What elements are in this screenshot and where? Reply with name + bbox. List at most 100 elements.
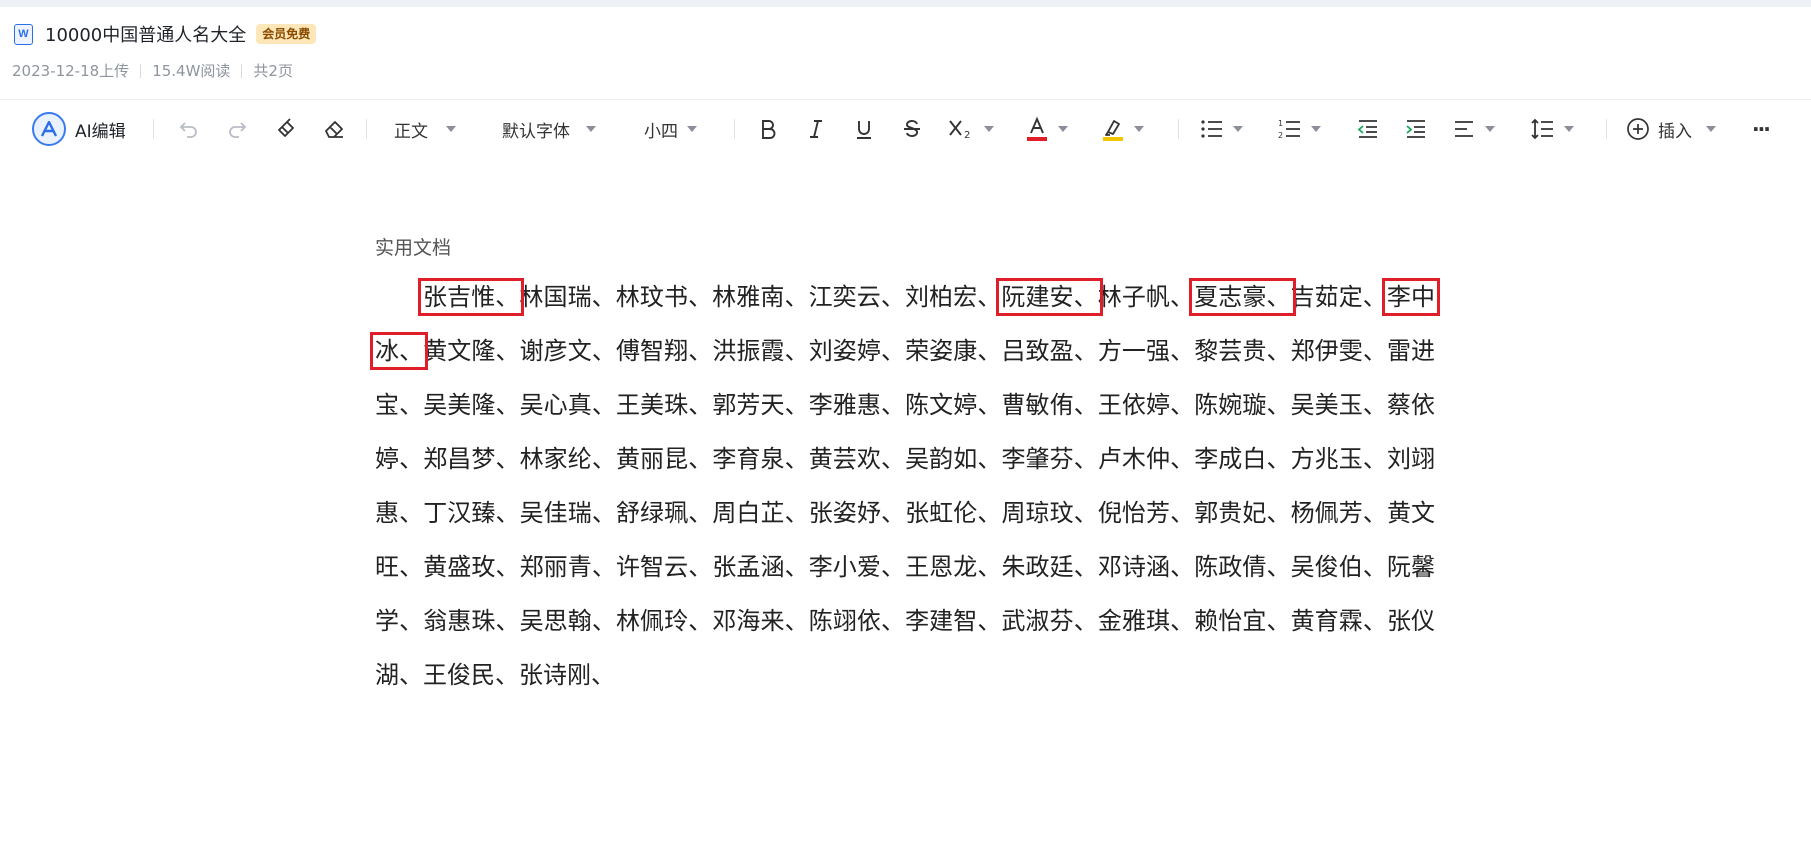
underline-icon[interactable]	[853, 107, 875, 151]
toolbar-separator	[153, 119, 154, 139]
name-entry: 金雅琪、	[1097, 607, 1195, 635]
bold-icon[interactable]	[757, 107, 779, 151]
insert-label: 插入	[1658, 121, 1692, 142]
name-entry: 郭贵妃、	[1194, 499, 1291, 527]
name-entry: 舒绿珮、	[615, 499, 713, 527]
name-entry: 谢彦文、	[519, 337, 616, 365]
name-entry: 刘姿婷、	[808, 337, 906, 365]
increase-indent-icon[interactable]	[1404, 107, 1428, 151]
header-divider	[0, 99, 1811, 100]
paragraph-style-value: 正文	[394, 121, 428, 142]
svg-text:2: 2	[964, 130, 970, 141]
name-entry: 吴美玉、	[1290, 391, 1387, 419]
name-entry: 邓诗涵、	[1097, 553, 1195, 581]
font-size-value: 小四	[644, 121, 678, 142]
align-button[interactable]	[1452, 107, 1495, 151]
font-family-value: 默认字体	[502, 121, 570, 142]
chevron-down-icon	[1134, 126, 1144, 132]
undo-icon[interactable]	[178, 107, 200, 151]
line-spacing-button[interactable]	[1531, 107, 1574, 151]
name-entry: 张诗刚、	[519, 661, 615, 689]
name-entry: 林子帆、	[1097, 283, 1195, 311]
name-entry: 张姿妤、	[808, 499, 906, 527]
chevron-down-icon	[1233, 126, 1243, 132]
word-file-icon: W	[14, 23, 33, 45]
member-free-badge: 会员免费	[256, 24, 317, 44]
name-entry: 武淑芬、	[1001, 607, 1098, 635]
name-entry: 郑昌梦、	[423, 445, 520, 473]
name-entry: 倪怡芳、	[1097, 499, 1195, 527]
name-entry: 郑丽青、	[519, 553, 616, 581]
decrease-indent-icon[interactable]	[1356, 107, 1380, 151]
name-entry: 曹敏侑、	[1001, 391, 1098, 419]
name-entry: 林玟书、	[615, 283, 713, 311]
chevron-down-icon	[1485, 126, 1495, 132]
redo-icon[interactable]	[226, 107, 248, 151]
highlight-color-swatch	[1103, 137, 1123, 141]
chevron-down-icon	[1058, 126, 1068, 132]
upload-date: 2023-12-18上传	[12, 62, 130, 80]
name-entry: 李肇芬、	[1001, 445, 1098, 473]
name-entry: 林佩玲、	[615, 607, 713, 635]
bullet-list-button[interactable]	[1200, 107, 1243, 151]
name-entry: 刘柏宏、	[904, 283, 1002, 311]
name-entry: 陈政倩、	[1194, 553, 1291, 581]
font-color-button[interactable]	[1025, 107, 1068, 151]
font-size-select[interactable]: 小四	[644, 107, 697, 151]
svg-text:2: 2	[1278, 131, 1283, 140]
format-painter-icon[interactable]	[274, 107, 298, 151]
chevron-down-icon	[984, 126, 994, 132]
highlight-color-button[interactable]	[1101, 107, 1144, 151]
italic-icon[interactable]	[805, 107, 827, 151]
name-entry: 朱政廷、	[1001, 553, 1098, 581]
highlighted-name: 夏志豪、	[1189, 278, 1296, 316]
read-count: 15.4W阅读	[152, 62, 231, 80]
chevron-down-icon	[446, 126, 456, 132]
name-entry: 黎芸贵、	[1194, 337, 1291, 365]
name-entry: 李建智、	[905, 607, 1002, 635]
name-entry: 王依婷、	[1097, 391, 1195, 419]
name-entry: 周琼玟、	[1001, 499, 1098, 527]
subscript-button[interactable]: 2	[947, 107, 994, 151]
meta-separator	[241, 63, 243, 78]
ai-edit-label: AI编辑	[75, 121, 126, 142]
page-count: 共2页	[253, 62, 293, 80]
name-entry: 郭芳天、	[712, 391, 809, 419]
name-entry: 吴韵如、	[905, 445, 1002, 473]
toolbar-separator	[366, 119, 367, 139]
editor-toolbar: AI编辑 正文 默认字体 小四 2 1 2 插入 ···	[0, 107, 1811, 151]
insert-button[interactable]: 插入	[1626, 107, 1716, 151]
highlighted-name: 张吉惟、	[417, 278, 525, 316]
name-entry: 荣姿康、	[905, 337, 1002, 365]
names-paragraph[interactable]: 张吉惟、林国瑞、林玟书、林雅南、江奕云、刘柏宏、阮建安、林子帆、夏志豪、吉茹定、…	[369, 270, 1441, 702]
name-entry: 许智云、	[615, 553, 713, 581]
name-entry: 吴俊伯、	[1290, 553, 1387, 581]
ai-edit-button[interactable]: AI编辑	[32, 107, 126, 151]
name-entry: 周白芷、	[712, 499, 809, 527]
more-options-icon[interactable]: ···	[1752, 107, 1771, 151]
name-entry: 卢木仲、	[1097, 445, 1195, 473]
font-family-select[interactable]: 默认字体	[502, 107, 596, 151]
clear-format-icon[interactable]	[322, 107, 346, 151]
name-entry: 黄文隆、	[423, 337, 520, 365]
paragraph-style-select[interactable]: 正文	[394, 107, 456, 151]
numbered-list-button[interactable]: 12	[1278, 107, 1321, 151]
meta-separator	[140, 63, 142, 78]
name-entry: 陈婉璇、	[1194, 391, 1291, 419]
name-entry: 王俊民、	[423, 661, 519, 689]
name-entry: 李小爱、	[808, 553, 906, 581]
strikethrough-icon[interactable]	[901, 107, 923, 151]
document-title-row: W 10000中国普通人名大全 会员免费	[14, 22, 317, 46]
name-entry: 傅智翔、	[615, 337, 713, 365]
name-entry: 林家纶、	[519, 445, 616, 473]
name-entry: 黄盛玫、	[423, 553, 520, 581]
name-entry: 黄丽昆、	[615, 445, 713, 473]
ai-logo-icon	[32, 112, 66, 146]
toolbar-separator	[734, 119, 735, 139]
name-entry: 王美珠、	[615, 391, 713, 419]
chevron-down-icon	[1564, 126, 1574, 132]
chevron-down-icon	[1706, 126, 1716, 132]
document-title: 10000中国普通人名大全	[45, 25, 247, 46]
name-entry: 陈文婷、	[905, 391, 1002, 419]
name-entry: 丁汉臻、	[423, 499, 520, 527]
